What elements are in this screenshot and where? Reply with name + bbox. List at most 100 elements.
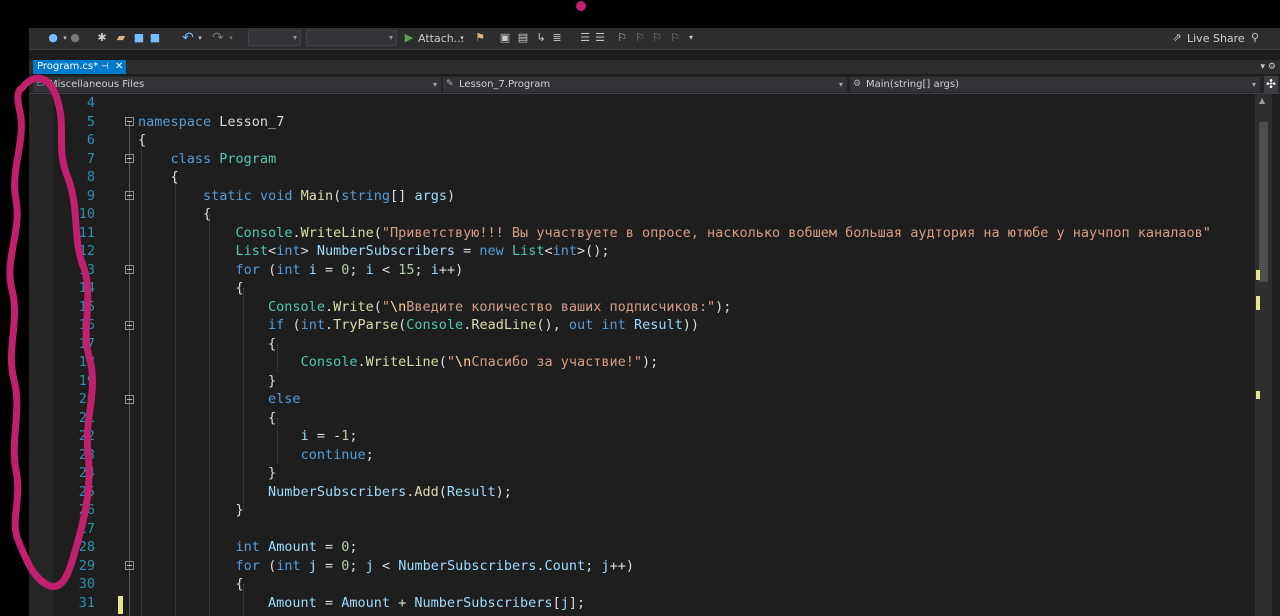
line-number: 31 (78, 594, 95, 611)
code-line[interactable]: namespace Lesson_7 (138, 113, 284, 132)
code-line[interactable]: } (138, 501, 244, 520)
line-number: 24 (78, 465, 95, 481)
new-project-icon[interactable]: ✱ (96, 32, 108, 44)
standard-toolbar: ● ▾ ● ✱ ▰ ■ ■ ↶ ▾ ↷ ▾ ▾ ▾ ▶ Attach... ▾ … (29, 28, 1280, 50)
code-line[interactable]: } (138, 464, 276, 483)
line-number: 18 (78, 354, 95, 370)
code-line[interactable]: i = -1; (138, 427, 358, 446)
code-line[interactable]: { (138, 335, 276, 354)
hot-reload-icon[interactable]: ⚑ (474, 32, 486, 44)
collapse-icon[interactable] (125, 265, 134, 274)
line-number: 16 (78, 317, 95, 333)
code-line[interactable]: { (138, 575, 244, 594)
line-number: 8 (86, 169, 95, 185)
uncomment-icon[interactable]: ☰ (594, 32, 606, 44)
code-line[interactable]: Console.WriteLine("Приветствую!!! Вы уча… (138, 224, 1211, 243)
code-line[interactable]: NumberSubscribers.Add(Result); (138, 483, 512, 502)
camera-dot (576, 1, 586, 11)
glyph-margin[interactable] (29, 94, 53, 616)
scroll-up-icon[interactable]: ▲ (1259, 96, 1265, 105)
change-marker (1256, 296, 1260, 310)
tab-list-dropdown-icon[interactable]: ▾ ⚙ (1261, 60, 1276, 74)
code-line[interactable]: if (int.TryParse(Console.ReadLine(), out… (138, 316, 699, 335)
code-line[interactable]: else (138, 390, 301, 409)
tab-label: Program.cs* (37, 61, 99, 72)
scrollbar-thumb[interactable] (1259, 122, 1268, 282)
step-into-icon[interactable]: ↳ (535, 32, 547, 44)
code-line[interactable]: continue; (138, 446, 374, 465)
code-line[interactable]: { (138, 205, 211, 224)
undo-dropdown-icon[interactable]: ▾ (194, 32, 206, 44)
change-marker (1256, 270, 1260, 280)
code-line[interactable]: for (int j = 0; j < NumberSubscribers.Co… (138, 557, 634, 576)
close-icon[interactable]: ✕ (115, 60, 123, 74)
save-icon[interactable]: ■ (133, 32, 145, 44)
code-line[interactable]: for (int i = 0; i < 15; i++) (138, 261, 464, 280)
pin-icon[interactable]: ⊣ (101, 60, 109, 74)
change-marker (1256, 391, 1260, 399)
line-number: 17 (78, 335, 95, 352)
class-icon: ✎ (446, 79, 454, 89)
platform-select[interactable]: ▾ (306, 30, 397, 46)
redo-dropdown-icon[interactable]: ▾ (225, 32, 237, 44)
collapse-icon[interactable] (125, 395, 134, 404)
code-line[interactable]: static void Main(string[] args) (138, 187, 455, 206)
project-label: Miscellaneous Files (49, 79, 145, 90)
collapse-icon[interactable] (125, 154, 134, 163)
code-line[interactable]: { (138, 409, 276, 428)
member-dropdown[interactable]: ⚙ Main(string[] args) ▾ (850, 77, 1260, 92)
collapse-icon[interactable] (125, 191, 134, 200)
line-number: 4 (86, 95, 95, 111)
change-indicator (118, 596, 123, 614)
next-bookmark-icon[interactable]: ⚐ (651, 32, 663, 44)
tab-program-cs[interactable]: Program.cs* ⊣ ✕ (33, 60, 126, 74)
line-number: 12 (78, 243, 95, 259)
line-number: 6 (86, 132, 95, 148)
code-line[interactable]: Amount = Amount + NumberSubscribers[j]; (138, 594, 585, 613)
redo-icon[interactable]: ↷ (212, 31, 224, 45)
format-icon[interactable]: ≣ (551, 32, 563, 44)
code-line[interactable]: List<int> NumberSubscribers = new List<i… (138, 242, 610, 261)
start-icon[interactable]: ▶ (403, 32, 415, 44)
navigation-bar: ▭ Miscellaneous Files ▾ ✎ Lesson_7.Progr… (29, 76, 1280, 94)
back-icon[interactable]: ● (47, 32, 59, 44)
line-number: 21 (78, 409, 95, 426)
vertical-scrollbar[interactable]: ▲ (1255, 94, 1272, 616)
code-line[interactable]: Console.Write("\nВведите количество ваши… (138, 298, 731, 317)
code-line[interactable]: { (138, 131, 146, 150)
code-line[interactable]: class Program (138, 150, 277, 169)
line-number: 10 (78, 206, 95, 222)
chevron-down-icon: ▾ (838, 80, 843, 89)
type-dropdown[interactable]: ✎ Lesson_7.Program ▾ (443, 77, 847, 92)
code-line[interactable]: } (138, 372, 276, 391)
camera-icon[interactable]: ▣ (499, 32, 511, 44)
document-tab-strip: Program.cs* ⊣ ✕ ▾ ⚙ (29, 60, 1280, 74)
code-line[interactable]: { (138, 279, 244, 298)
project-dropdown[interactable]: ▭ Miscellaneous Files ▾ (33, 77, 441, 92)
live-share-button[interactable]: Live Share (1187, 31, 1245, 46)
save-all-icon[interactable]: ■ (149, 32, 161, 44)
configuration-select[interactable]: ▾ (248, 30, 301, 46)
chevron-down-icon: ▾ (1251, 80, 1256, 89)
split-editor-button[interactable]: ✣ (1264, 76, 1278, 93)
undo-icon[interactable]: ↶ (182, 31, 194, 45)
prev-bookmark-icon[interactable]: ⚐ (634, 32, 646, 44)
code-line[interactable]: Console.WriteLine("\nСпасибо за участвие… (138, 353, 659, 372)
open-icon[interactable]: ▰ (115, 32, 127, 44)
line-number: 14 (78, 280, 95, 296)
code-line[interactable]: { (138, 168, 179, 187)
code-editor[interactable]: 4 5 6 7 8 9 10 11 12 13 14 15 16 17 18 1… (29, 94, 1280, 616)
layout-icon[interactable]: ▤ (517, 32, 529, 44)
toolbar-overflow-icon[interactable]: ▾ (685, 32, 697, 44)
bookmark-icon[interactable]: ⚐ (616, 32, 628, 44)
comment-icon[interactable]: ☰ (579, 32, 591, 44)
clear-bookmarks-icon[interactable]: ⚐ (669, 32, 681, 44)
collapse-icon[interactable] (125, 117, 134, 126)
forward-icon[interactable]: ● (69, 32, 81, 44)
live-share-icon[interactable]: ⇗ (1171, 32, 1183, 44)
search-icon[interactable]: ⚲ (1249, 32, 1261, 44)
code-line[interactable]: int Amount = 0; (138, 538, 358, 557)
collapse-icon[interactable] (125, 561, 134, 570)
attach-dropdown-icon[interactable]: ▾ (456, 32, 468, 44)
collapse-icon[interactable] (125, 321, 134, 330)
